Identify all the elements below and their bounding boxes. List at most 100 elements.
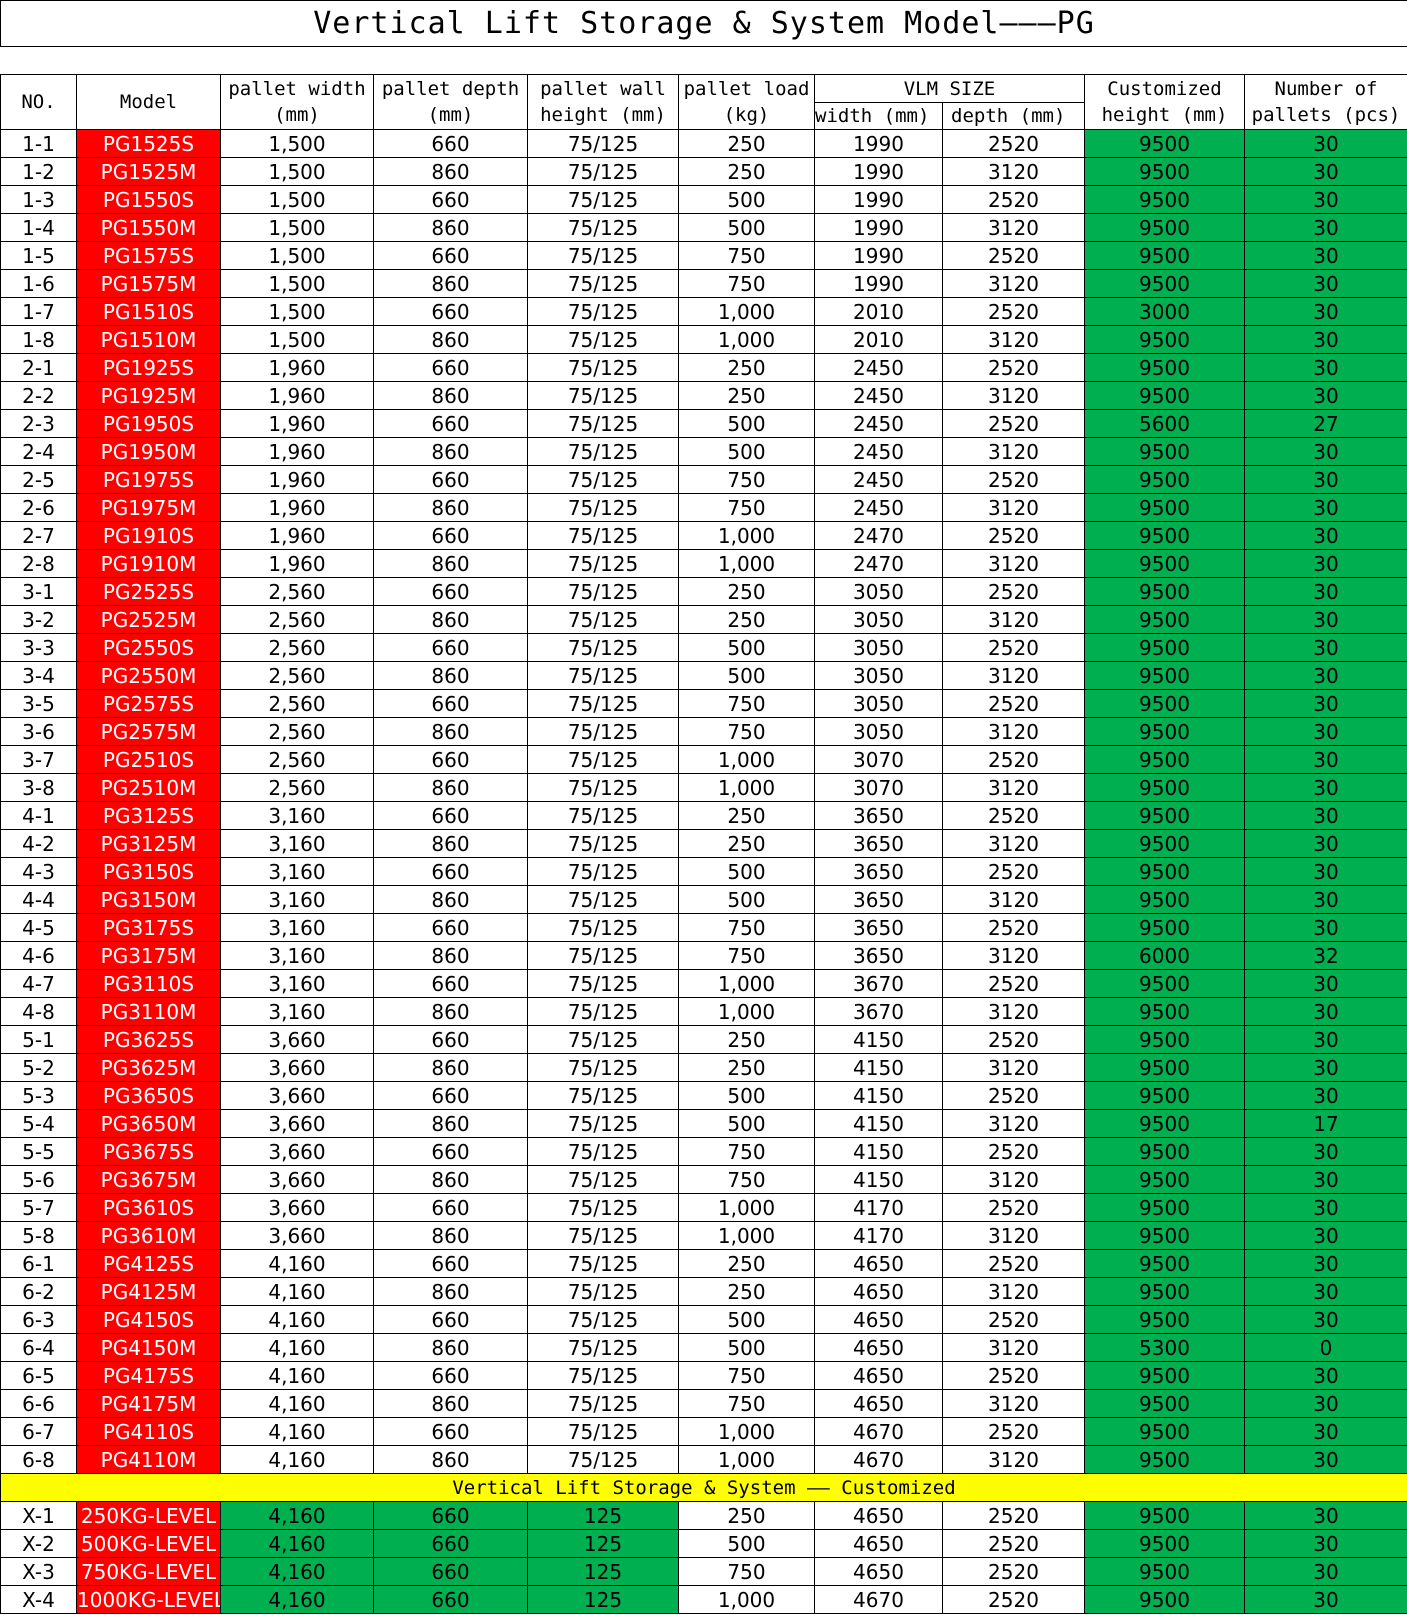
cell-model: PG3110M (76, 997, 221, 1026)
cell-vlm-width: 3050 (814, 633, 943, 662)
table-row: 6-7 PG4110S 4,160 660 75/125 1,000 4670 2520 950… (0, 1417, 1407, 1446)
cell-vlm-depth: 2520 (942, 745, 1085, 774)
cell-vlm-width: 4670 (814, 1445, 943, 1474)
cell-pallet-load: 500 (678, 1305, 815, 1334)
cell-pallet-wall-height: 75/125 (527, 1389, 679, 1418)
cell-pallet-width: 1,500 (220, 185, 374, 214)
cell-pallet-depth: 660 (373, 857, 528, 886)
cell-vlm-depth: 2520 (942, 1249, 1085, 1278)
cell-pallet-load: 250 (678, 801, 815, 830)
cell-pallet-depth: 660 (373, 1137, 528, 1166)
cell-pallet-depth: 660 (373, 1081, 528, 1110)
table-row: 4-2 PG3125M 3,160 860 75/125 250 3650 3120 9500 3… (0, 829, 1407, 858)
cell-customized-height: 9500 (1084, 773, 1245, 802)
cell-model: PG2525M (76, 605, 221, 634)
cell-pallet-depth: 660 (373, 465, 528, 494)
cell-number-of-pallets: 30 (1243, 465, 1407, 494)
cell-pallet-width: 2,560 (220, 661, 374, 690)
cell-model: PG4110M (76, 1445, 221, 1474)
cell-model: PG4175S (76, 1361, 221, 1390)
cell-vlm-depth: 3120 (942, 717, 1085, 746)
cell-number-of-pallets: 30 (1243, 381, 1407, 410)
cell-pallet-depth: 660 (373, 1193, 528, 1222)
cell-model: PG1950M (76, 437, 221, 466)
table-row: 5-2 PG3625M 3,660 860 75/125 250 4150 3120 9500 3… (0, 1053, 1407, 1082)
cell-pallet-wall-height: 75/125 (527, 969, 679, 998)
cell-no: 5-5 (0, 1137, 77, 1166)
cell-customized-height: 9500 (1084, 1277, 1245, 1306)
cell-pallet-width: 3,660 (220, 1165, 374, 1194)
cell-pallet-load: 1,000 (678, 997, 815, 1026)
cell-pallet-load: 750 (678, 913, 815, 942)
cell-no: 6-1 (0, 1249, 77, 1278)
cell-no: 4-8 (0, 997, 77, 1026)
cell-pallet-load: 1,000 (678, 325, 815, 354)
cell-pallet-load: 750 (678, 1557, 815, 1586)
cell-vlm-width: 4150 (814, 1109, 943, 1138)
cell-pallet-load: 500 (678, 1529, 815, 1558)
table-row: 2-7 PG1910S 1,960 660 75/125 1,000 2470 2520 950… (0, 521, 1407, 550)
cell-pallet-width: 3,660 (220, 1109, 374, 1138)
cell-customized-height: 9500 (1084, 241, 1245, 270)
cell-pallet-load: 1,000 (678, 1585, 815, 1614)
cell-number-of-pallets: 30 (1243, 185, 1407, 214)
cell-vlm-width: 4150 (814, 1053, 943, 1082)
cell-customized-height: 9500 (1084, 1109, 1245, 1138)
cell-pallet-load: 1,000 (678, 1445, 815, 1474)
cell-customized-height: 9500 (1084, 969, 1245, 998)
cell-pallet-depth: 660 (373, 1501, 528, 1530)
cell-number-of-pallets: 30 (1243, 1361, 1407, 1390)
cell-number-of-pallets: 30 (1243, 605, 1407, 634)
cell-number-of-pallets: 0 (1243, 1333, 1407, 1362)
cell-customized-height: 9500 (1084, 661, 1245, 690)
cell-model: PG4110S (76, 1417, 221, 1446)
cell-model: PG3110S (76, 969, 221, 998)
cell-pallet-width: 2,560 (220, 689, 374, 718)
cell-model: PG1925S (76, 353, 221, 382)
cell-pallet-load: 500 (678, 1333, 815, 1362)
table-row: 1-6 PG1575M 1,500 860 75/125 750 1990 3120 9500 3… (0, 269, 1407, 298)
cell-no: 5-4 (0, 1109, 77, 1138)
cell-pallet-wall-height: 75/125 (527, 941, 679, 970)
cell-vlm-depth: 3120 (942, 997, 1085, 1026)
cell-vlm-width: 2470 (814, 521, 943, 550)
cell-vlm-depth: 3120 (942, 829, 1085, 858)
cell-vlm-depth: 2520 (942, 129, 1085, 158)
cell-vlm-depth: 2520 (942, 1529, 1085, 1558)
table-row: 5-5 PG3675S 3,660 660 75/125 750 4150 2520 9500 3… (0, 1137, 1407, 1166)
cell-vlm-width: 3050 (814, 577, 943, 606)
cell-vlm-depth: 2520 (942, 1081, 1085, 1110)
cell-model: PG4125M (76, 1277, 221, 1306)
cell-customized-height: 9500 (1084, 745, 1245, 774)
cell-pallet-depth: 660 (373, 409, 528, 438)
cell-model: PG2525S (76, 577, 221, 606)
cell-number-of-pallets: 30 (1243, 1249, 1407, 1278)
table-row: 1-7 PG1510S 1,500 660 75/125 1,000 2010 2520 300… (0, 297, 1407, 326)
cell-number-of-pallets: 30 (1243, 213, 1407, 242)
cell-vlm-depth: 3120 (942, 437, 1085, 466)
cell-customized-height: 9500 (1084, 129, 1245, 158)
cell-vlm-width: 3650 (814, 941, 943, 970)
cell-customized-height: 9500 (1084, 1305, 1245, 1334)
table-row: 6-5 PG4175S 4,160 660 75/125 750 4650 2520 9500 3… (0, 1361, 1407, 1390)
cell-customized-height: 9500 (1084, 633, 1245, 662)
cell-pallet-width: 4,160 (220, 1557, 374, 1586)
table-row: 2-4 PG1950M 1,960 860 75/125 500 2450 3120 9500 3… (0, 437, 1407, 466)
table-row: 6-1 PG4125S 4,160 660 75/125 250 4650 2520 9500 3… (0, 1249, 1407, 1278)
cell-number-of-pallets: 30 (1243, 1445, 1407, 1474)
cell-vlm-depth: 3120 (942, 325, 1085, 354)
cell-pallet-load: 750 (678, 269, 815, 298)
cell-vlm-depth: 3120 (942, 1165, 1085, 1194)
cell-pallet-depth: 660 (373, 689, 528, 718)
cell-number-of-pallets: 30 (1243, 857, 1407, 886)
table-row: 6-2 PG4125M 4,160 860 75/125 250 4650 3120 9500 3… (0, 1277, 1407, 1306)
cell-vlm-width: 1990 (814, 269, 943, 298)
cell-no: 1-7 (0, 297, 77, 326)
cell-no: 2-1 (0, 353, 77, 382)
cell-number-of-pallets: 30 (1243, 1221, 1407, 1250)
cell-vlm-depth: 2520 (942, 409, 1085, 438)
cell-no: 1-1 (0, 129, 77, 158)
cell-pallet-width: 2,560 (220, 773, 374, 802)
cell-pallet-load: 750 (678, 1165, 815, 1194)
cell-customized-height: 9500 (1084, 1221, 1245, 1250)
